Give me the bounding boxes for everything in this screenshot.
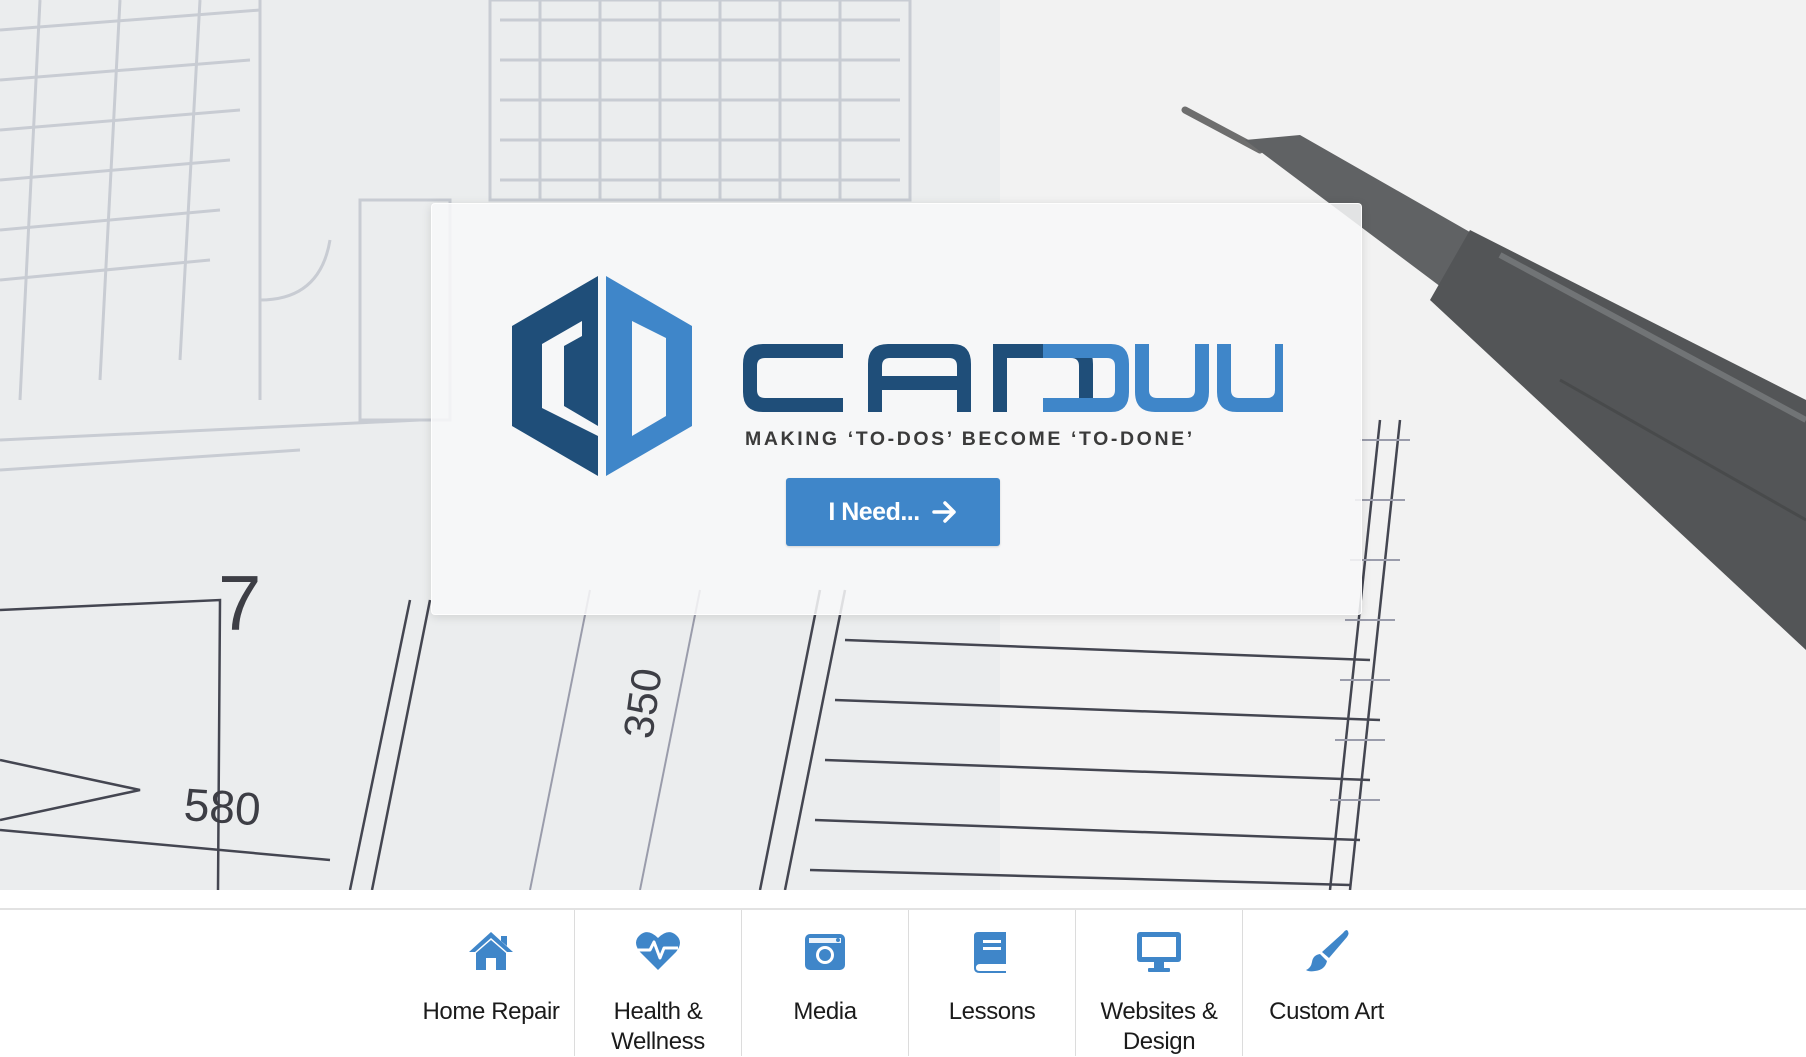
category-label: Home Repair <box>422 998 560 1025</box>
i-need-button[interactable]: I Need... <box>786 478 1000 546</box>
home-icon <box>469 932 513 970</box>
category-media[interactable]: Media <box>742 910 909 1056</box>
heartbeat-icon <box>636 932 680 970</box>
arrow-right-icon <box>931 501 956 523</box>
category-health-wellness[interactable]: Health & Wellness <box>575 910 742 1056</box>
desktop-icon <box>1137 932 1181 972</box>
paintbrush-icon <box>1305 930 1348 972</box>
category-label: Media <box>793 998 857 1025</box>
category-lessons[interactable]: Lessons <box>909 910 1076 1056</box>
category-label: Health & Wellness <box>611 998 705 1055</box>
category-label: Lessons <box>948 998 1036 1025</box>
i-need-button-label: I Need... <box>828 497 920 526</box>
category-home-repair[interactable]: Home Repair <box>408 910 575 1056</box>
camera-icon <box>805 934 845 970</box>
hero-card: MAKING ‘TO-DOS’ BECOME ‘TO-DONE’ I Need.… <box>431 203 1362 615</box>
category-websites-design[interactable]: Websites & Design <box>1076 910 1243 1056</box>
category-label: Websites & Design <box>1100 998 1218 1055</box>
category-label: Custom Art <box>1269 998 1384 1025</box>
logo-mark <box>512 276 692 476</box>
hero-section: 7 580 350 MAKING ‘TO-DOS’ BECOME ‘TO-DON… <box>0 0 1806 890</box>
brand-wordmark <box>743 344 1283 412</box>
book-icon <box>974 932 1006 973</box>
tagline: MAKING ‘TO-DOS’ BECOME ‘TO-DONE’ <box>745 428 1195 450</box>
category-nav: Home Repair Health & Wellness Media Less… <box>408 910 1410 1056</box>
category-custom-art[interactable]: Custom Art <box>1243 910 1410 1056</box>
